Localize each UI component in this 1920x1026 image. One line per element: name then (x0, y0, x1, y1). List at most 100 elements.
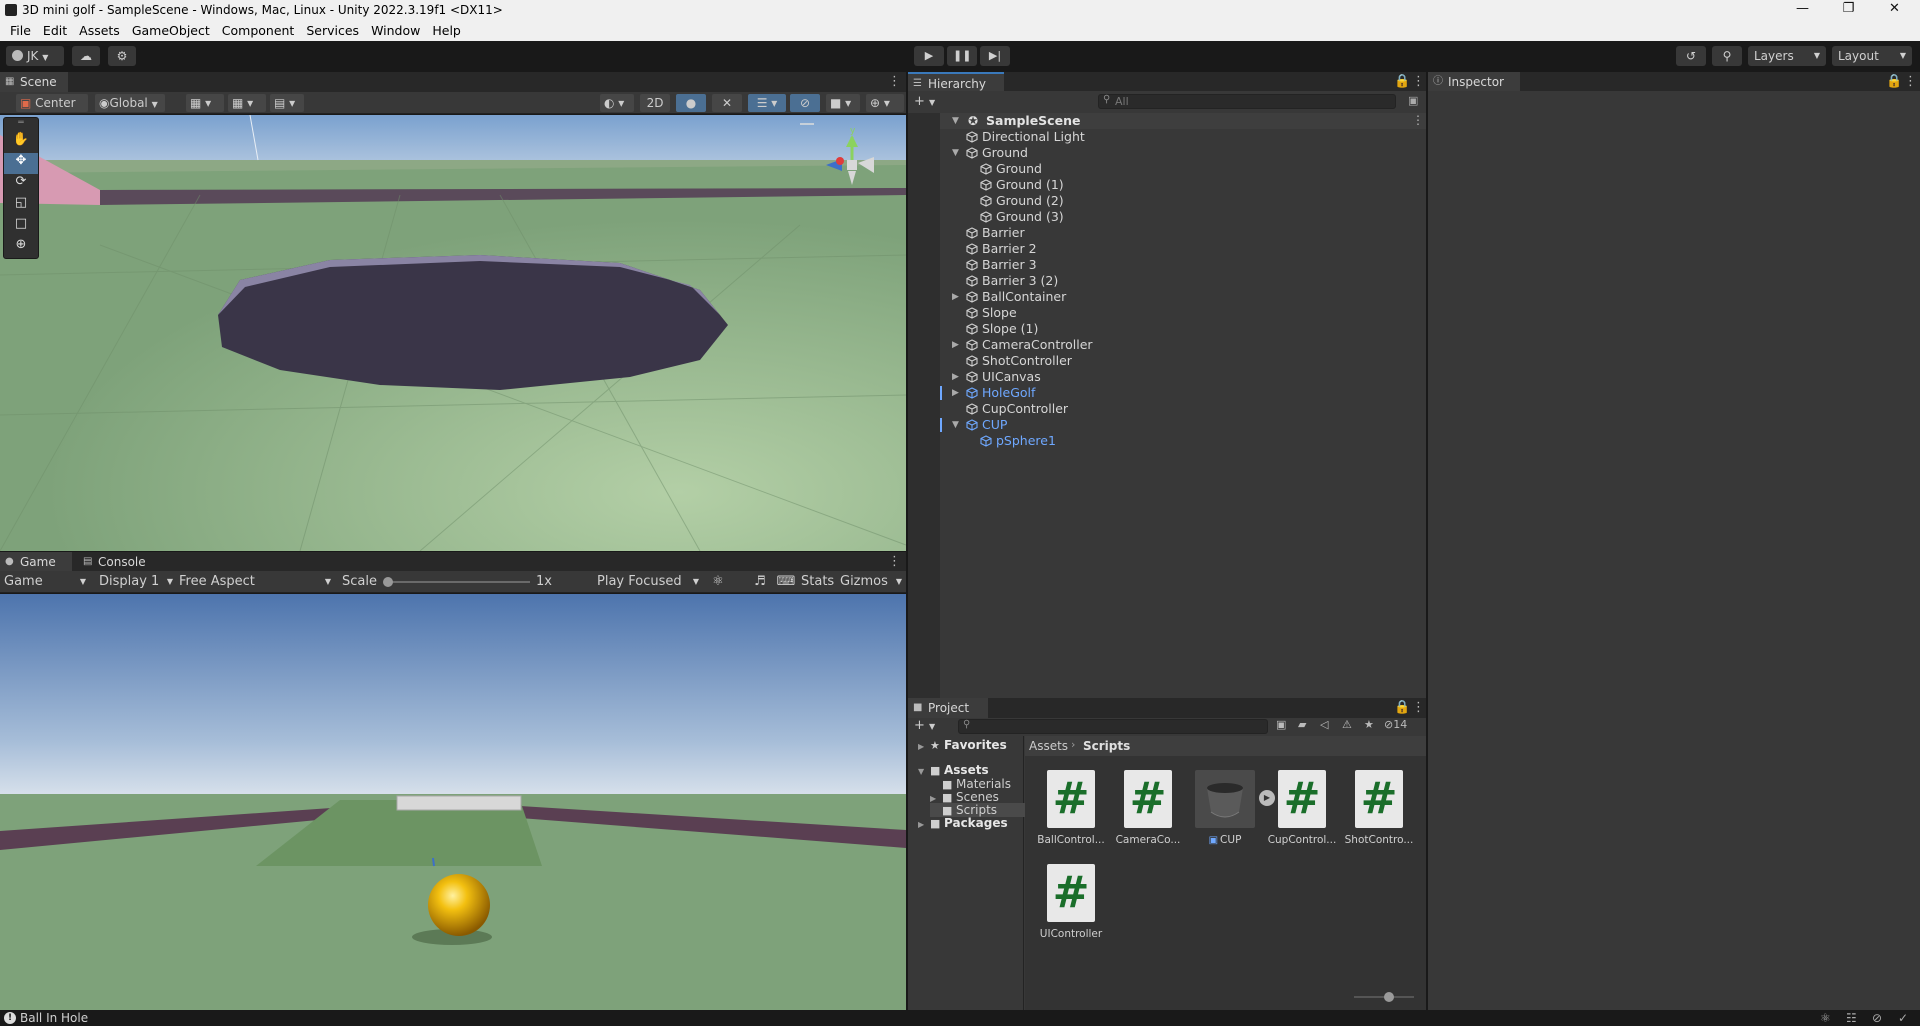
hierarchy-item[interactable]: CameraController (966, 337, 1093, 353)
audio-toggle[interactable]: ✕ (712, 94, 742, 112)
collapse-arrow-icon[interactable]: ▼ (952, 148, 959, 158)
hierarchy-item[interactable]: Barrier 3 (966, 257, 1037, 273)
grid-snap-dropdown[interactable]: ▦ ▾ (186, 94, 224, 112)
tag-icon[interactable]: ◁ (1320, 718, 1328, 731)
script-asset[interactable]: # BallControl... (1035, 770, 1107, 846)
gizmos-game-dropdown[interactable]: Gizmos ▼ (840, 571, 904, 593)
hierarchy-item[interactable]: ShotController (966, 353, 1072, 369)
collapse-arrow-icon[interactable]: ▼ (952, 420, 959, 430)
game-view-dropdown[interactable]: Game ▼ (4, 571, 88, 593)
project-menu-icon[interactable]: ⋮ (1412, 700, 1425, 715)
menu-services[interactable]: Services (300, 23, 365, 38)
icon-size-slider[interactable] (1354, 992, 1414, 1002)
scene-menu-kebab-icon[interactable]: ⋮ (1412, 113, 1424, 127)
expand-arrow-icon[interactable]: ▶ (952, 372, 959, 382)
menu-file[interactable]: File (4, 23, 37, 38)
project-create-dropdown[interactable]: + ▼ (914, 718, 935, 733)
space-global-dropdown[interactable]: ◉Global ▼ (95, 94, 165, 112)
toggle-2d-button[interactable]: 2D (640, 94, 670, 112)
close-button[interactable]: ✕ (1872, 0, 1917, 19)
search-by-type-icon[interactable]: ▣ (1276, 718, 1286, 731)
increment-snap-dropdown[interactable]: ▦ ▾ (228, 94, 266, 112)
hierarchy-item[interactable]: Barrier (966, 225, 1025, 241)
collab-button[interactable]: ⚙ (108, 46, 136, 66)
align-dropdown[interactable]: ▤ ▾ (270, 94, 304, 112)
breadcrumb-scripts[interactable]: Scripts (1083, 739, 1130, 753)
project-tree-item[interactable]: ▶ ★ Favorites (918, 738, 1007, 752)
tab-scene[interactable]: ▦ Scene (0, 72, 68, 92)
camera-dropdown[interactable]: ■ ▾ (826, 94, 860, 112)
effects-dropdown[interactable]: ☰ ▾ (748, 94, 786, 112)
cloud-button[interactable]: ☁ (72, 46, 100, 66)
hierarchy-item[interactable]: Slope (966, 305, 1017, 321)
hierarchy-item[interactable]: Ground (980, 161, 1042, 177)
rotate-tool-icon[interactable]: ⟳ (4, 174, 38, 195)
menu-gameobject[interactable]: GameObject (126, 23, 216, 38)
status-message[interactable]: Ball In Hole (20, 1010, 88, 1026)
script-asset[interactable]: # CupControl... (1266, 770, 1338, 846)
frame-debugger-button[interactable]: ⚛ (708, 571, 728, 593)
search-by-label-icon[interactable]: ▰ (1298, 718, 1306, 731)
cache-icon[interactable]: ☷ (1846, 1010, 1857, 1026)
hierarchy-item[interactable]: HoleGolf (966, 385, 1035, 401)
drag-handle[interactable]: ═ (4, 118, 38, 132)
search-filter-icon[interactable]: ▣ (1408, 94, 1418, 107)
menu-help[interactable]: Help (426, 23, 467, 38)
inspector-menu-icon[interactable]: ⋮ (1904, 74, 1917, 89)
scene-header-row[interactable]: ▼ ✪ SampleScene ⋮ (940, 113, 1426, 129)
pause-button[interactable]: ❚❚ (947, 46, 977, 66)
display-dropdown[interactable]: Display 1 ▼ (99, 571, 173, 593)
hand-tool-icon[interactable]: ✋ (4, 132, 38, 153)
tab-hierarchy[interactable]: ☰ Hierarchy (908, 72, 1004, 92)
game-viewport[interactable] (0, 594, 906, 1010)
project-tree-item[interactable]: ■ Scripts (930, 803, 1028, 817)
hierarchy-item[interactable]: CUP (966, 417, 1007, 433)
hierarchy-item[interactable]: Directional Light (966, 129, 1085, 145)
scale-slider[interactable] (383, 577, 530, 587)
script-asset[interactable]: # UIController (1035, 864, 1107, 940)
hierarchy-item[interactable]: Ground (3) (980, 209, 1064, 225)
shortcuts-button[interactable]: ⌨ (776, 571, 796, 593)
expand-arrow-icon[interactable]: ▼ (952, 116, 959, 126)
hierarchy-item[interactable]: Barrier 2 (966, 241, 1037, 257)
tab-inspector[interactable]: ⓘ Inspector (1428, 72, 1520, 92)
menu-window[interactable]: Window (365, 23, 426, 38)
layout-dropdown[interactable]: Layout ▼ (1832, 46, 1912, 66)
history-button[interactable]: ↺ (1676, 46, 1706, 66)
expand-arrow-icon[interactable]: ▶ (952, 340, 959, 350)
play-mode-dropdown[interactable]: Play Focused ▼ (597, 571, 701, 593)
scene-menu-icon[interactable]: ⋮ (888, 74, 901, 89)
hidden-packages-toggle[interactable]: ⊘14 (1384, 718, 1407, 731)
expand-arrow-icon[interactable]: ▼ (918, 765, 930, 779)
scene-viewport[interactable]: y ═ ✋ ✥ ⟳ ◱ □ ⊕ (0, 115, 906, 551)
project-tree-item[interactable]: ▼ ■ Assets (918, 763, 989, 777)
project-search-input[interactable]: ⚲ (958, 719, 1268, 734)
activity-indicator-icon[interactable]: ✓ (1898, 1010, 1908, 1026)
menu-edit[interactable]: Edit (37, 23, 73, 38)
scale-tool-icon[interactable]: ◱ (4, 195, 38, 216)
account-dropdown[interactable]: JK ▼ (6, 46, 64, 66)
transform-tool-icon[interactable]: ⊕ (4, 237, 38, 258)
game-menu-icon[interactable]: ⋮ (888, 554, 901, 569)
search-button[interactable]: ⚲ (1712, 46, 1742, 66)
hierarchy-item[interactable]: BallContainer (966, 289, 1066, 305)
draw-mode-dropdown[interactable]: ◐ ▾ (600, 94, 634, 112)
favorite-star-icon[interactable]: ★ (1364, 718, 1374, 731)
mute-audio-button[interactable]: ♬ (750, 571, 770, 593)
hierarchy-lock-icon[interactable]: 🔒 (1394, 74, 1410, 89)
pivot-center-dropdown[interactable]: ▣ Center ▼ (16, 94, 88, 127)
stats-button[interactable]: Stats (801, 571, 834, 593)
prefab-asset[interactable]: ▶ ▣ CUP (1189, 770, 1275, 846)
hierarchy-item[interactable]: Barrier 3 (2) (966, 273, 1058, 289)
maximize-button[interactable]: ❐ (1826, 0, 1871, 19)
project-tree-item[interactable]: ▶ ■ Scenes (930, 790, 999, 804)
tab-project[interactable]: ■ Project (908, 698, 988, 718)
menu-assets[interactable]: Assets (73, 23, 126, 38)
hierarchy-item[interactable]: CupController (966, 401, 1068, 417)
network-off-icon[interactable]: ⊘ (1872, 1010, 1882, 1026)
scene-visibility-toggle[interactable]: ⊘ (790, 94, 820, 112)
expand-arrow-icon[interactable]: ▶ (952, 292, 959, 302)
hierarchy-item[interactable]: pSphere1 (980, 433, 1056, 449)
minimize-button[interactable]: — (1780, 0, 1825, 19)
rect-tool-icon[interactable]: □ (4, 216, 38, 237)
